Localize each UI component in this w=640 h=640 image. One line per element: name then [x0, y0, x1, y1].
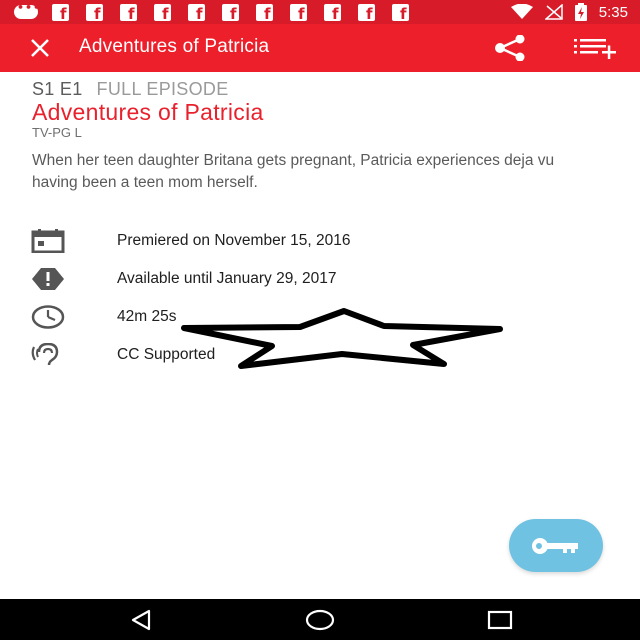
- hearing-icon: [30, 342, 66, 368]
- status-time: 5:35: [598, 3, 628, 21]
- add-to-queue-button[interactable]: [568, 32, 624, 64]
- episode-description: When her teen daughter Britana gets preg…: [32, 152, 555, 191]
- premiere-date-row: Premiered on November 15, 2016: [30, 228, 590, 254]
- status-bar: 5:35: [0, 0, 640, 24]
- back-button[interactable]: [121, 605, 161, 635]
- app-title: Adventures of Patricia: [79, 36, 270, 57]
- facebook-icon: [218, 3, 242, 23]
- duration-text: 42m 25s: [117, 308, 177, 325]
- share-button[interactable]: [490, 32, 530, 64]
- playlist-add-icon: [574, 39, 616, 59]
- episode-title: Adventures of Patricia: [32, 99, 264, 125]
- back-icon: [131, 609, 151, 631]
- home-icon: [305, 609, 335, 631]
- facebook-icon: [320, 3, 344, 23]
- alert-icon: [30, 266, 66, 292]
- duration-row: 42m 25s: [30, 304, 590, 330]
- home-button[interactable]: [300, 605, 340, 635]
- app-bar: Adventures of Patricia: [0, 24, 640, 72]
- facebook-icon: [48, 3, 72, 23]
- signal-off-icon: [544, 4, 563, 20]
- episode-label: S1 E1 FULL EPISODE: [32, 79, 229, 100]
- facebook-icon: [150, 3, 174, 23]
- battery-charging-icon: [574, 3, 587, 21]
- calendar-icon: [30, 228, 66, 254]
- facebook-icon: [286, 3, 310, 23]
- close-button[interactable]: [24, 32, 56, 64]
- key-icon: [532, 537, 578, 554]
- facebook-icon: [184, 3, 208, 23]
- closed-captions-text: CC Supported: [117, 346, 216, 363]
- episode-type: FULL EPISODE: [96, 79, 229, 99]
- availability-row: Available until January 29, 2017: [30, 266, 590, 292]
- closed-captions-row: CC Supported: [30, 342, 590, 368]
- recents-button[interactable]: [480, 605, 520, 635]
- navigation-bar: [0, 599, 640, 640]
- availability-text: Available until January 29, 2017: [117, 270, 337, 287]
- clock-icon: [30, 304, 66, 330]
- facebook-icon: [388, 3, 412, 23]
- key-fab-button[interactable]: [509, 519, 603, 572]
- episode-number: S1 E1: [32, 79, 83, 99]
- message-icon: [14, 1, 41, 21]
- facebook-icon: [82, 3, 106, 23]
- content-rating: TV-PG L: [32, 125, 82, 140]
- share-icon: [495, 35, 525, 61]
- facebook-icon: [354, 3, 378, 23]
- wifi-icon: [510, 4, 533, 19]
- system-icons: 5:35: [510, 2, 628, 22]
- facebook-icon: [252, 3, 276, 23]
- facebook-icon: [116, 3, 140, 23]
- recents-icon: [487, 610, 513, 630]
- close-icon: [31, 39, 49, 57]
- notification-icons: [14, 1, 412, 23]
- premiere-date-text: Premiered on November 15, 2016: [117, 232, 351, 249]
